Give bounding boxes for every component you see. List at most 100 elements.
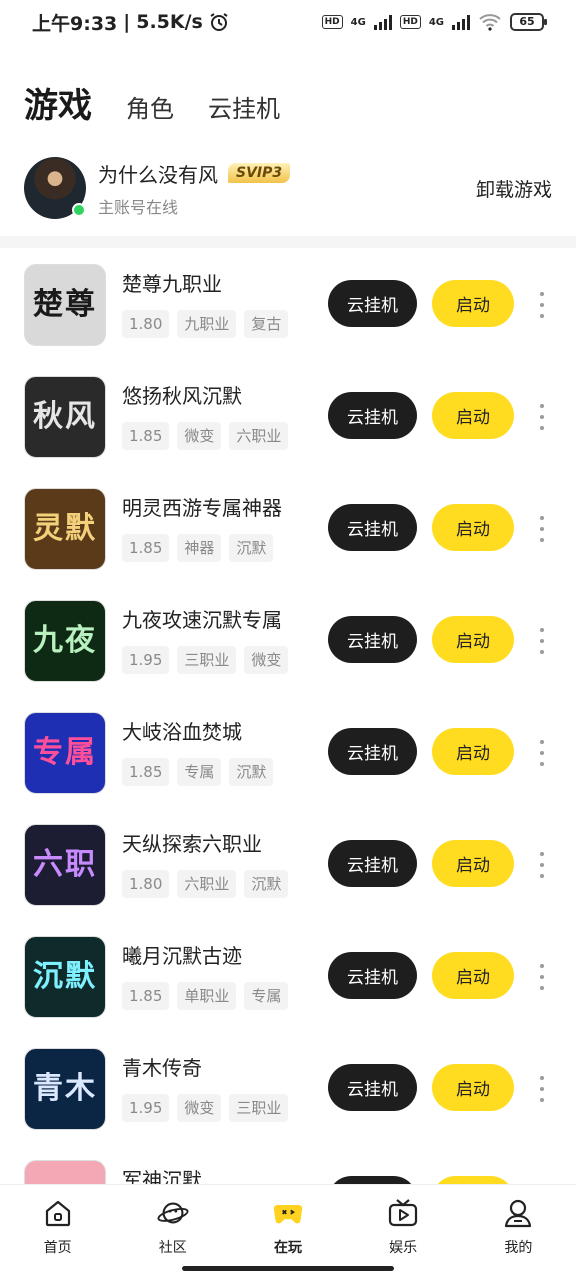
game-icon-art-text: 专属	[33, 735, 97, 770]
game-icon[interactable]: 青木	[24, 1048, 106, 1130]
more-dot	[540, 426, 544, 430]
feature-tag: 复古	[244, 310, 289, 338]
nav-label-community: 社区	[158, 1240, 187, 1256]
feature-tag: 专属	[177, 758, 222, 786]
more-options-icon[interactable]	[534, 740, 550, 766]
cloud-hosting-button[interactable]: 云挂机	[328, 504, 417, 551]
cloud-hosting-button[interactable]: 云挂机	[328, 952, 417, 999]
status-speed: 5.5K/s	[136, 11, 203, 33]
cloud-hosting-button[interactable]: 云挂机	[328, 616, 417, 663]
game-title: 青木传奇	[122, 1056, 202, 1080]
status-left: 上午9:33 | 5.5K/s	[32, 9, 229, 36]
more-dot	[540, 740, 544, 744]
game-row[interactable]: 秋风 悠扬秋风沉默 1.85 微变 六职业 云挂机 启动	[0, 360, 576, 472]
game-row[interactable]: 专属 大岐浴血焚城 1.85 专属 沉默 云挂机 启动	[0, 696, 576, 808]
game-icon[interactable]: 灵默	[24, 488, 106, 570]
game-icon-art-text: 青木	[33, 1071, 97, 1106]
game-row[interactable]: 沉默 曦月沉默古迹 1.85 单职业 专属 云挂机 启动	[0, 920, 576, 1032]
start-game-button[interactable]: 启动	[432, 504, 514, 551]
more-options-icon[interactable]	[534, 1076, 550, 1102]
start-game-button[interactable]: 启动	[432, 1064, 514, 1111]
feature-tag: 神器	[177, 534, 222, 562]
game-row[interactable]: 六职 天纵探索六职业 1.80 六职业 沉默 云挂机 启动	[0, 808, 576, 920]
start-game-button[interactable]: 启动	[432, 616, 514, 663]
network-label-1: 4G	[350, 16, 366, 28]
tab-roles[interactable]: 角色	[126, 89, 174, 124]
cloud-hosting-button[interactable]: 云挂机	[328, 728, 417, 775]
cloud-hosting-button[interactable]: 云挂机	[328, 392, 417, 439]
top-tabs: 游戏 角色 云挂机	[24, 78, 280, 127]
cloud-hosting-button[interactable]: 云挂机	[328, 1064, 417, 1111]
more-dot	[540, 527, 544, 531]
cloud-hosting-button[interactable]: 云挂机	[328, 280, 417, 327]
feature-tag: 沉默	[229, 534, 274, 562]
more-options-icon[interactable]	[534, 292, 550, 318]
version-tag: 1.85	[122, 758, 170, 786]
game-title: 楚尊九职业	[122, 272, 222, 296]
game-title: 大岐浴血焚城	[122, 720, 242, 744]
more-dot	[540, 1098, 544, 1102]
start-game-button[interactable]: 启动	[432, 728, 514, 775]
feature-tag: 专属	[244, 982, 289, 1010]
more-dot	[540, 628, 544, 632]
tab-cloud-hosting[interactable]: 云挂机	[208, 89, 280, 124]
game-icon-art-text: 秋风	[33, 399, 97, 434]
more-options-icon[interactable]	[534, 404, 550, 430]
game-title: 曦月沉默古迹	[122, 944, 242, 968]
game-icon[interactable]: 九夜	[24, 600, 106, 682]
nav-label-entertainment: 娱乐	[389, 1240, 418, 1256]
game-icon[interactable]: 专属	[24, 712, 106, 794]
game-icon[interactable]: 六职	[24, 824, 106, 906]
more-options-icon[interactable]	[534, 852, 550, 878]
game-row[interactable]: 灵默 明灵西游专属神器 1.85 神器 沉默 云挂机 启动	[0, 472, 576, 584]
game-row[interactable]: 楚尊 楚尊九职业 1.80 九职业 复古 云挂机 启动	[0, 248, 576, 360]
game-title: 九夜攻速沉默专属	[122, 608, 282, 632]
more-options-icon[interactable]	[534, 516, 550, 542]
start-game-button[interactable]: 启动	[432, 392, 514, 439]
more-options-icon[interactable]	[534, 964, 550, 990]
signal-icon-1	[373, 14, 392, 30]
game-tags: 1.85 神器 沉默	[122, 534, 274, 562]
game-tags: 1.80 六职业 沉默	[122, 870, 289, 898]
game-tags: 1.85 微变 六职业	[122, 422, 289, 450]
more-dot	[540, 762, 544, 766]
wifi-icon	[479, 14, 501, 31]
more-dot	[540, 314, 544, 318]
feature-tag: 微变	[177, 1094, 222, 1122]
start-game-button[interactable]: 启动	[432, 840, 514, 887]
feature-tag: 三职业	[177, 646, 237, 674]
feature-tag: 沉默	[229, 758, 274, 786]
more-dot	[540, 852, 544, 856]
status-bar: 上午9:33 | 5.5K/s HD 4G HD 4G 65	[0, 0, 576, 44]
game-icon[interactable]: 楚尊	[24, 264, 106, 346]
feature-tag: 沉默	[244, 870, 289, 898]
feature-tag: 微变	[244, 646, 289, 674]
game-list: 楚尊 楚尊九职业 1.80 九职业 复古 云挂机 启动 秋风 悠扬秋风沉默 1.85 微变 六职业 云挂…	[0, 248, 576, 1256]
game-row[interactable]: 九夜 九夜攻速沉默专属 1.95 三职业 微变 云挂机 启动	[0, 584, 576, 696]
status-right: HD 4G HD 4G 65	[321, 13, 547, 31]
game-row[interactable]: 青木 青木传奇 1.95 微变 三职业 云挂机 启动	[0, 1032, 576, 1144]
start-game-button[interactable]: 启动	[432, 280, 514, 327]
account-status: 主账号在线	[98, 197, 179, 217]
more-dot	[540, 874, 544, 878]
version-tag: 1.95	[122, 646, 170, 674]
start-game-button[interactable]: 启动	[432, 952, 514, 999]
vip-badge: SVIP3	[228, 163, 291, 183]
avatar[interactable]	[24, 157, 86, 219]
version-tag: 1.80	[122, 310, 170, 338]
more-options-icon[interactable]	[534, 628, 550, 654]
game-icon[interactable]: 沉默	[24, 936, 106, 1018]
game-icon-art-text: 六职	[33, 847, 97, 882]
home-icon	[42, 1197, 74, 1229]
cloud-hosting-button[interactable]: 云挂机	[328, 840, 417, 887]
game-icon[interactable]: 秋风	[24, 376, 106, 458]
uninstall-games-button[interactable]: 卸载游戏	[476, 175, 552, 202]
tab-games[interactable]: 游戏	[24, 78, 92, 127]
game-tags: 1.80 九职业 复古	[122, 310, 289, 338]
account-row: 为什么没有风 SVIP3 主账号在线 卸载游戏	[24, 156, 552, 220]
home-indicator[interactable]	[182, 1266, 394, 1271]
feature-tag: 九职业	[177, 310, 237, 338]
nav-item-home[interactable]: 首页	[0, 1185, 115, 1280]
nav-item-mine[interactable]: 我的	[461, 1185, 576, 1280]
more-dot	[540, 1087, 544, 1091]
